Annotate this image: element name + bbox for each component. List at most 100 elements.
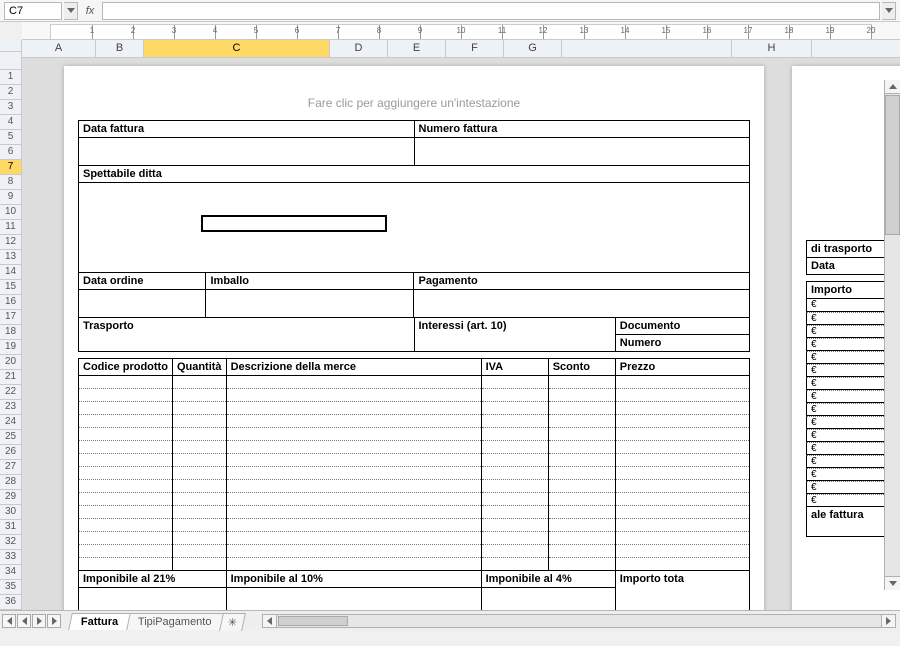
row-header-4[interactable]: 4 [0,115,21,130]
cell-imballo[interactable] [206,290,414,318]
sheet-tab-new[interactable]: ✳ [219,613,246,631]
row-header-24[interactable]: 24 [0,415,21,430]
label-imponibile10: Imponibile al 10% [226,571,481,588]
column-header-H[interactable]: H [732,40,812,57]
cell-imponibile21[interactable] [79,588,227,611]
column-header-B[interactable]: B [96,40,144,57]
cell-data-fattura[interactable] [79,138,415,166]
row-header-34[interactable]: 34 [0,565,21,580]
row-header-28[interactable]: 28 [0,475,21,490]
row-header-6[interactable]: 6 [0,145,21,160]
item-row[interactable] [79,376,750,389]
row-header-33[interactable]: 33 [0,550,21,565]
item-row[interactable] [79,480,750,493]
row-header-13[interactable]: 13 [0,250,21,265]
row-header-29[interactable]: 29 [0,490,21,505]
col-descrizione: Descrizione della merce [226,359,481,376]
row-header-7[interactable]: 7 [0,160,21,175]
row-header-15[interactable]: 15 [0,280,21,295]
vertical-scrollbar[interactable] [884,80,900,590]
cell-numero-fattura[interactable] [414,138,750,166]
sheet-canvas[interactable]: Fare clic per aggiungere un'intestazione… [22,58,900,610]
row-header-18[interactable]: 18 [0,325,21,340]
page-header-placeholder[interactable]: Fare clic per aggiungere un'intestazione [78,96,750,110]
fx-label[interactable]: fx [80,5,100,17]
cell-data-ordine[interactable] [79,290,206,318]
scroll-left-button[interactable] [263,615,277,627]
name-box[interactable] [4,2,62,20]
item-row[interactable] [79,532,750,545]
item-row[interactable] [79,558,750,571]
item-row[interactable] [79,467,750,480]
chevron-down-icon [885,8,893,13]
invoice-totals-table: Imponibile al 21% Imponibile al 10% Impo… [78,570,750,610]
row-header-20[interactable]: 20 [0,355,21,370]
tab-nav-first[interactable] [2,614,16,628]
row-header-19[interactable]: 19 [0,340,21,355]
column-header-C[interactable]: C [144,40,330,57]
cell-imponibile10[interactable] [226,588,481,611]
invoice-header-table: Data fattura Numero fattura [78,120,750,166]
item-row[interactable] [79,506,750,519]
scroll-down-button[interactable] [885,576,900,590]
column-header-F[interactable]: F [446,40,504,57]
tab-nav-prev[interactable] [17,614,31,628]
column-header-E[interactable]: E [388,40,446,57]
invoice-ditta-table: Spettabile ditta [78,165,750,273]
name-box-dropdown[interactable] [64,2,78,20]
horizontal-scrollbar[interactable] [262,614,896,628]
scroll-right-button[interactable] [881,615,895,627]
cell-spettabile-ditta[interactable] [79,183,750,273]
row-header-30[interactable]: 30 [0,505,21,520]
tab-nav-last[interactable] [47,614,61,628]
cell-pagamento[interactable] [414,290,750,318]
item-row[interactable] [79,545,750,558]
row-header-11[interactable]: 11 [0,220,21,235]
row-header-31[interactable]: 31 [0,520,21,535]
row-header-26[interactable]: 26 [0,445,21,460]
vscroll-thumb[interactable] [885,95,900,235]
row-header-2[interactable]: 2 [0,85,21,100]
row-header-9[interactable]: 9 [0,190,21,205]
row-header-21[interactable]: 21 [0,370,21,385]
row-header-23[interactable]: 23 [0,400,21,415]
row-header-17[interactable]: 17 [0,310,21,325]
row-header-14[interactable]: 14 [0,265,21,280]
hscroll-thumb[interactable] [278,616,348,626]
item-row[interactable] [79,402,750,415]
label-pagamento: Pagamento [414,273,750,290]
column-header-G[interactable]: G [504,40,562,57]
cell-imponibile4[interactable] [481,588,615,611]
tab-nav-next[interactable] [32,614,46,628]
row-header-32[interactable]: 32 [0,535,21,550]
formula-expand[interactable] [882,2,896,20]
sheet-tab-fattura[interactable]: Fattura [68,613,131,630]
item-row[interactable] [79,441,750,454]
row-header-36[interactable]: 36 [0,595,21,610]
invoice-items-header: Codice prodotto Quantità Descrizione del… [78,358,750,571]
row-header-8[interactable]: 8 [0,175,21,190]
row-header-35[interactable]: 35 [0,580,21,595]
item-row[interactable] [79,428,750,441]
sheet-tab-tipipagamento[interactable]: TipiPagamento [125,613,224,630]
item-row[interactable] [79,493,750,506]
row-header-12[interactable]: 12 [0,235,21,250]
row-header-27[interactable]: 27 [0,460,21,475]
col-prezzo: Prezzo [615,359,749,376]
scroll-up-button[interactable] [885,80,900,94]
row-header-25[interactable]: 25 [0,430,21,445]
item-row[interactable] [79,415,750,428]
row-header-5[interactable]: 5 [0,130,21,145]
row-header-1[interactable]: 1 [0,70,21,85]
item-row[interactable] [79,454,750,467]
row-header-16[interactable]: 16 [0,295,21,310]
item-row[interactable] [79,519,750,532]
formula-input[interactable] [102,2,880,20]
row-header-10[interactable]: 10 [0,205,21,220]
select-all-corner[interactable] [0,40,21,52]
item-row[interactable] [79,389,750,402]
column-header-D[interactable]: D [330,40,388,57]
row-header-22[interactable]: 22 [0,385,21,400]
row-header-3[interactable]: 3 [0,100,21,115]
column-header-A[interactable]: A [22,40,96,57]
